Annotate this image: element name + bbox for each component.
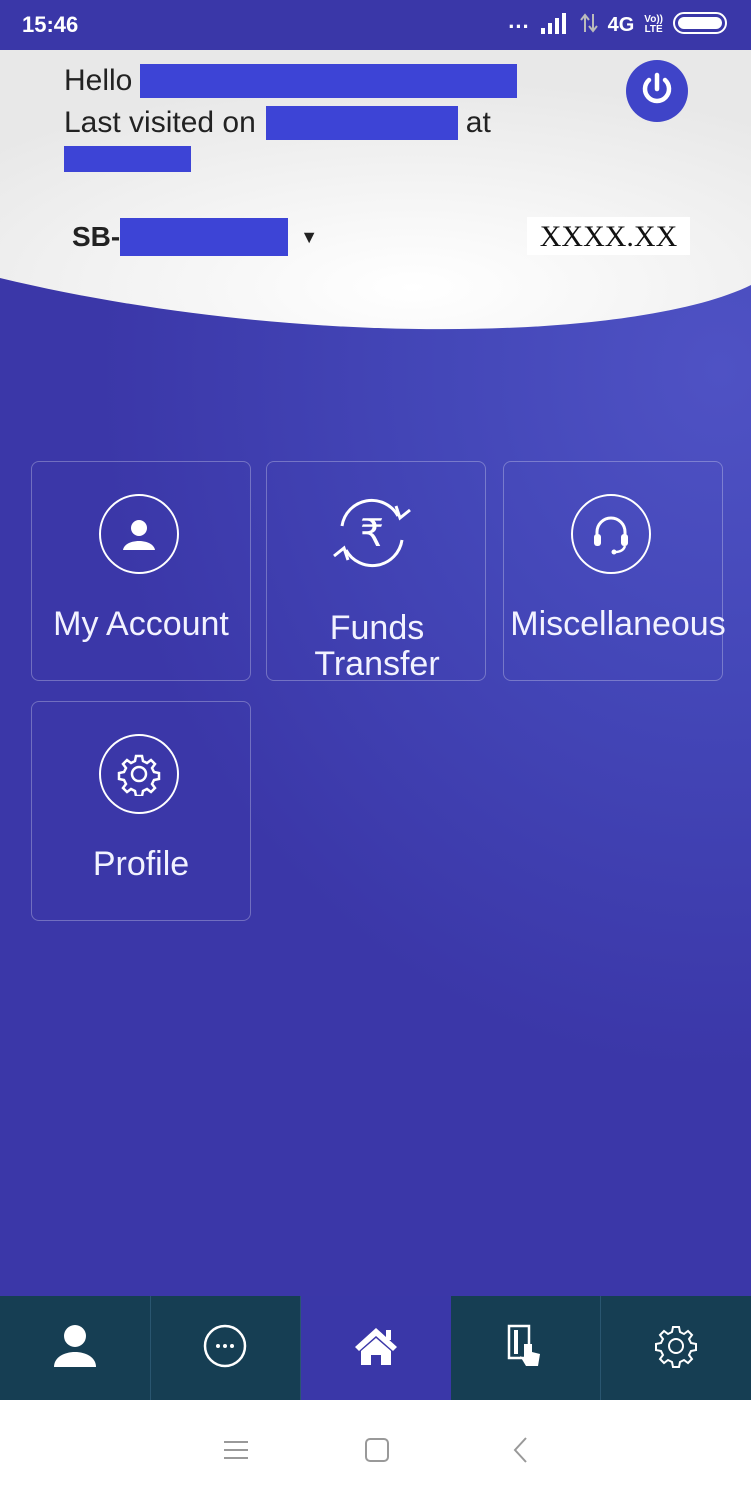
greeting-block: Hello Last visited on at: [64, 60, 518, 174]
tile-my-account[interactable]: My Account: [31, 461, 251, 681]
volte-icon: Vo)) LTE: [644, 15, 663, 35]
hello-label: Hello: [64, 64, 133, 97]
headset-icon: [571, 494, 651, 574]
logout-button[interactable]: [626, 60, 688, 122]
settings-icon: [654, 1324, 698, 1373]
gear-icon: [99, 734, 179, 814]
signal-icon: [540, 12, 570, 39]
volte-bottom: LTE: [644, 24, 663, 35]
user-name-redacted: [140, 64, 518, 98]
tile-label: Funds Transfer: [314, 609, 440, 683]
account-number-redacted: [120, 218, 289, 256]
notification-dots: ...: [508, 8, 530, 33]
tile-label: Miscellaneous: [510, 605, 726, 643]
last-visit-time-redacted: [64, 146, 191, 172]
rupee-exchange-icon: ₹: [333, 494, 414, 574]
more-icon: [203, 1324, 247, 1373]
nav-more[interactable]: [150, 1296, 302, 1400]
status-bar: 15:46 ... 4G Vo)) LTE: [0, 0, 751, 50]
home-icon: [353, 1325, 399, 1372]
battery-icon: [673, 11, 731, 40]
bottom-nav: [0, 1296, 751, 1400]
data-arrows-icon: [579, 12, 598, 39]
user-circle-icon: [99, 494, 179, 574]
nav-home[interactable]: [301, 1296, 451, 1400]
nav-user[interactable]: [0, 1296, 151, 1400]
at-label: at: [465, 106, 491, 139]
menu-icon[interactable]: [219, 1433, 253, 1467]
status-time: 15:46: [22, 12, 79, 37]
tile-profile[interactable]: Profile: [31, 701, 251, 921]
power-icon: [638, 70, 676, 113]
svg-text:₹: ₹: [360, 511, 384, 555]
network-type: 4G: [607, 13, 635, 36]
status-icons: ... 4G Vo)) LTE: [508, 8, 731, 40]
card-tap-icon: [506, 1324, 546, 1373]
system-nav-bar: [0, 1400, 751, 1500]
account-selector[interactable]: SB- ▼: [72, 218, 318, 256]
dropdown-arrow-icon: ▼: [300, 226, 319, 247]
account-prefix: SB-: [72, 221, 121, 252]
app-main: Hello Last visited on at SB- ▼ XXXX.XX M…: [0, 50, 751, 1296]
nav-settings[interactable]: [601, 1296, 751, 1400]
tile-label: Profile: [92, 845, 190, 883]
tile-label: My Account: [53, 605, 229, 643]
last-visited-label: Last visited on: [64, 106, 256, 139]
last-visit-date-redacted: [265, 106, 458, 140]
back-icon[interactable]: [504, 1433, 538, 1467]
tile-miscellaneous[interactable]: Miscellaneous: [503, 461, 726, 681]
tile-funds-transfer[interactable]: ₹ Funds Transfer: [266, 461, 486, 683]
account-balance: XXXX.XX: [527, 217, 690, 255]
nav-card[interactable]: [450, 1296, 602, 1400]
home-square-icon[interactable]: [360, 1433, 394, 1467]
user-icon: [52, 1323, 98, 1374]
